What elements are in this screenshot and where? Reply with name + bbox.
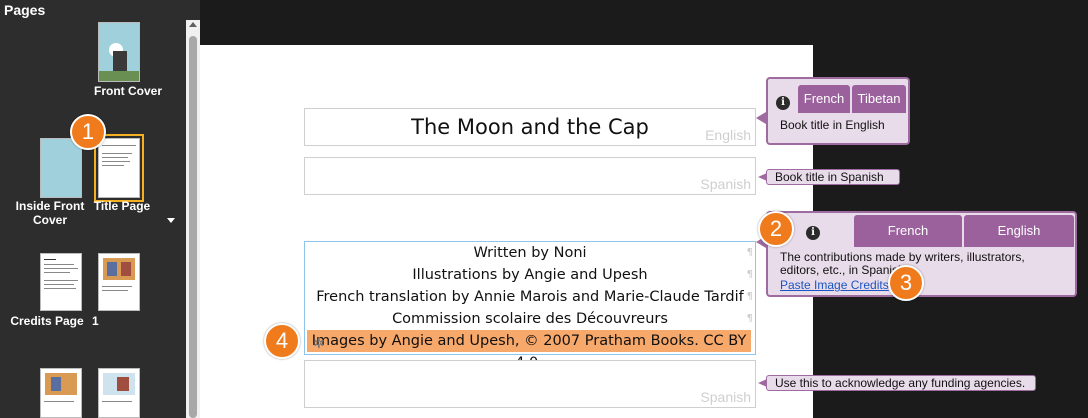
tab-french[interactable]: French	[854, 215, 962, 247]
credits-field[interactable]: Written by Noni ¶ Illustrations by Angie …	[304, 241, 756, 371]
lang-label-spanish: Spanish	[700, 176, 751, 192]
lang-label-spanish: Spanish	[700, 389, 751, 405]
bubble-pointer	[756, 112, 766, 124]
marker-1: 1	[70, 114, 106, 150]
pilcrow-icon: ¶	[746, 269, 753, 280]
marker-3: 3	[888, 265, 924, 301]
credit-text: Illustrations by Angie and Upesh	[412, 267, 648, 283]
marker-4: 4	[264, 323, 300, 359]
page-thumb-credits-page[interactable]	[40, 253, 82, 311]
page-thumb-1[interactable]	[98, 253, 140, 311]
tab-tibetan[interactable]: Tibetan	[852, 85, 906, 113]
page-thumb-2[interactable]	[40, 368, 82, 418]
pages-panel-title: Pages	[4, 2, 46, 18]
page-surface: The Moon and the Cap English Spanish Wri…	[200, 45, 813, 418]
page-thumb-title-page[interactable]	[94, 134, 144, 202]
marker-2: 2	[758, 211, 794, 247]
credit-line: Written by Noni ¶	[305, 242, 755, 264]
editor-canvas: The Moon and the Cap English Spanish Wri…	[200, 0, 1088, 418]
page-label-front-cover: Front Cover	[93, 84, 162, 98]
credit-line: Illustrations by Angie and Upesh ¶	[305, 264, 755, 286]
tab-english[interactable]: English	[964, 215, 1074, 247]
title-english-field[interactable]: The Moon and the Cap English	[304, 108, 756, 146]
page-label-inside-front-cover: Inside Front Cover	[15, 199, 85, 227]
book-title-english: The Moon and the Cap	[411, 115, 649, 139]
pilcrow-icon: ¶	[746, 247, 753, 258]
pilcrow-icon: ¶	[746, 313, 753, 324]
page-label-credits-page: Credits Page	[10, 314, 84, 328]
title-english-bubble: i French Tibetan Book title in English	[766, 77, 910, 145]
page-thumb-inside-front-cover[interactable]	[40, 138, 82, 198]
title-spanish-hint: Book title in Spanish	[758, 169, 900, 185]
tab-french[interactable]: French	[798, 85, 850, 113]
credit-line: French translation by Annie Marois and M…	[305, 286, 755, 308]
image-credits-line: ✲ Images by Angie and Upesh, © 2007 Prat…	[307, 330, 751, 371]
app-root: Pages Front Cover Inside Front Cover Tit…	[0, 0, 1088, 418]
scroll-thumb[interactable]	[189, 36, 197, 418]
pages-scrollbar[interactable]	[186, 20, 200, 418]
credit-text: Commission scolaire des Découvreurs	[392, 311, 668, 327]
page-thumb-3[interactable]	[98, 368, 140, 418]
lang-label-english: English	[705, 127, 751, 143]
page-label-title-page: Title Page	[93, 199, 151, 213]
page-menu-chevron-icon[interactable]	[167, 218, 175, 223]
scroll-up-arrow-icon[interactable]	[189, 22, 197, 27]
gear-icon[interactable]: ✲	[313, 333, 325, 355]
page-thumb-front-cover[interactable]	[98, 22, 140, 82]
info-icon[interactable]: i	[806, 226, 820, 240]
funding-field[interactable]: Spanish	[304, 360, 756, 408]
credit-text: French translation by Annie Marois and M…	[316, 289, 744, 305]
paste-image-credits-link[interactable]: Paste Image Credits	[780, 278, 889, 292]
bubble-hint-text: Book title in English	[780, 118, 885, 132]
info-icon[interactable]: i	[776, 96, 790, 110]
page-label-1: 1	[92, 314, 99, 328]
credit-text: Written by Noni	[473, 245, 587, 261]
credit-line: Commission scolaire des Découvreurs ¶	[305, 308, 755, 330]
funding-hint: Use this to acknowledge any funding agen…	[758, 375, 1036, 391]
title-spanish-field[interactable]: Spanish	[304, 157, 756, 195]
pilcrow-icon: ¶	[746, 291, 753, 302]
pages-panel: Pages Front Cover Inside Front Cover Tit…	[0, 0, 200, 418]
